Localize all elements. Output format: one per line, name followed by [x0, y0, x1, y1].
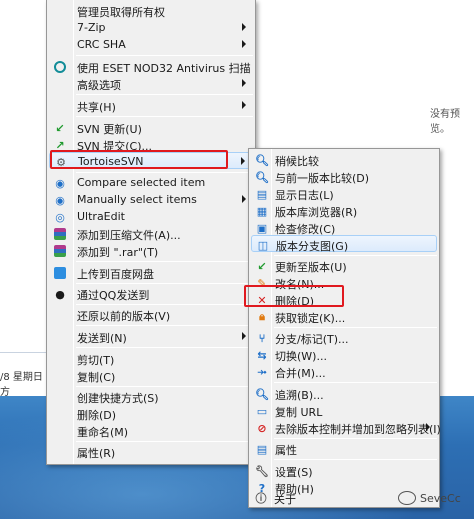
- menu-separator: [76, 325, 253, 326]
- menu-separator: [76, 261, 253, 262]
- menu-item-share[interactable]: 共享(H): [49, 97, 253, 114]
- menu-item-properties[interactable]: 属性(R): [49, 443, 253, 460]
- submenu-arrow-icon: [242, 40, 246, 48]
- submenu-item-properties[interactable]: ▤ 属性: [251, 440, 437, 458]
- menu-item-restore-versions[interactable]: 还原以前的版本(V): [49, 306, 253, 323]
- menu-item-delete[interactable]: 删除(D): [49, 405, 253, 422]
- menu-item-7zip[interactable]: 7-Zip: [49, 19, 253, 36]
- submenu-item-switch[interactable]: ⇆ 切换(W)...: [251, 346, 437, 364]
- check-mod-icon: ▣: [256, 221, 268, 235]
- submenu-item-revision-graph[interactable]: ◫ 版本分支图(G): [251, 235, 437, 253]
- menu-item-send-to[interactable]: 发送到(N): [49, 328, 253, 345]
- menu-item-add-to-rar[interactable]: 添加到 ".rar"(T): [49, 242, 253, 259]
- blame-icon: 🔍︎: [255, 387, 269, 401]
- menu-item-eset-scan[interactable]: 使用 ESET NOD32 Antivirus 扫描: [49, 58, 253, 75]
- submenu-arrow-icon: [242, 23, 246, 31]
- menu-item-qq-send[interactable]: ● 通过QQ发送到: [49, 285, 253, 303]
- menu-item-baidu-upload[interactable]: 上传到百度网盘: [49, 264, 253, 281]
- menu-separator: [76, 283, 253, 284]
- submenu-item-check-modifications[interactable]: ▣ 检查修改(C): [251, 219, 437, 237]
- submenu-arrow-icon: [241, 157, 245, 165]
- wechat-icon: [398, 491, 416, 505]
- manual-select-icon: ◉: [55, 193, 65, 207]
- compare-icon: ◉: [55, 176, 65, 190]
- properties-icon: ▤: [256, 442, 268, 456]
- submenu-arrow-icon: [426, 423, 430, 431]
- menu-separator: [274, 382, 437, 383]
- submenu-item-show-log[interactable]: ▤ 显示日志(L): [251, 185, 437, 203]
- submenu-item-merge[interactable]: ⤞ 合并(M)...: [251, 363, 437, 380]
- update-rev-icon: ↙: [257, 259, 267, 273]
- copy-url-icon: ▭: [256, 404, 268, 418]
- submenu-item-blame[interactable]: 🔍︎ 追溯(B)...: [251, 385, 437, 403]
- menu-separator: [76, 386, 253, 387]
- repo-browser-icon: ▦: [256, 204, 268, 218]
- branch-icon: ⑂: [258, 331, 266, 345]
- menu-item-ultraedit[interactable]: ◎ UltraEdit: [49, 208, 253, 225]
- revision-graph-icon: ◫: [257, 238, 269, 252]
- tortoisesvn-submenu: 🔍︎ 稍候比较 🔍︎ 与前一版本比较(D) ▤ 显示日志(L) ▦ 版本库浏览器(R) …: [248, 148, 441, 508]
- settings-icon: 🔧︎: [255, 464, 269, 478]
- menu-separator: [76, 94, 253, 95]
- delete-highlight-box: [244, 285, 344, 307]
- menu-separator: [274, 438, 437, 439]
- submenu-item-settings[interactable]: 🔧︎ 设置(S): [251, 462, 437, 480]
- winrar-icon: [52, 226, 68, 242]
- menu-item-create-shortcut[interactable]: 创建快捷方式(S): [49, 388, 253, 405]
- context-menu: 管理员取得所有权 7-Zip CRC SHA 使用 ESET NOD32 Ant…: [46, 0, 256, 465]
- menu-item-svn-update[interactable]: ↙ SVN 更新(U): [49, 119, 253, 137]
- menu-separator: [76, 172, 253, 173]
- log-icon: ▤: [256, 187, 268, 201]
- submenu-item-unversion-ignore[interactable]: ⊘ 去除版本控制并增加到忽略列表(I): [251, 419, 440, 437]
- submenu-item-diff-later[interactable]: 🔍︎ 稍候比较: [251, 151, 437, 169]
- merge-icon: ⤞: [257, 365, 267, 378]
- menu-separator: [76, 55, 253, 56]
- menu-item-copy[interactable]: 复制(C): [49, 367, 253, 384]
- baidu-cloud-icon: [52, 265, 68, 281]
- menu-item-compare-selected[interactable]: ◉ Compare selected item: [49, 174, 253, 191]
- magnifier-icon: 🔍︎: [255, 170, 269, 184]
- submenu-item-repo-browser[interactable]: ▦ 版本库浏览器(R): [251, 202, 437, 220]
- switch-icon: ⇆: [257, 348, 267, 362]
- magnifier-icon: 🔍︎: [255, 153, 269, 167]
- menu-separator: [274, 327, 437, 328]
- tortoisesvn-highlight-box: [50, 150, 228, 169]
- qq-icon: ●: [55, 287, 65, 301]
- submenu-arrow-icon: [242, 195, 246, 203]
- menu-item-manually-select[interactable]: ◉ Manually select items: [49, 191, 253, 208]
- watermark: SeveCc: [398, 491, 461, 505]
- ignore-icon: ⊘: [257, 421, 267, 435]
- menu-separator: [76, 347, 253, 348]
- menu-item-add-to-archive[interactable]: 添加到压缩文件(A)...: [49, 225, 253, 242]
- eset-icon: [52, 59, 68, 75]
- submenu-item-get-lock[interactable]: 🔒︎ 获取锁定(K)...: [251, 308, 437, 325]
- menu-separator: [274, 255, 437, 256]
- menu-item-take-ownership[interactable]: 管理员取得所有权: [49, 2, 253, 19]
- menu-separator: [274, 459, 437, 460]
- menu-item-advanced-options[interactable]: 高级选项: [49, 75, 253, 92]
- winrar-icon: [52, 243, 68, 259]
- submenu-arrow-icon: [242, 332, 246, 340]
- submenu-item-copy-url[interactable]: ▭ 复制 URL: [251, 402, 437, 420]
- submenu-arrow-icon: [242, 79, 246, 87]
- submenu-item-diff-previous[interactable]: 🔍︎ 与前一版本比较(D): [251, 168, 437, 186]
- submenu-arrow-icon: [242, 101, 246, 109]
- menu-item-rename[interactable]: 重命名(M): [49, 422, 253, 439]
- preview-pane-text: 没有预览。: [430, 109, 460, 135]
- submenu-item-update-to-revision[interactable]: ↙ 更新至版本(U): [251, 257, 437, 275]
- submenu-item-branch-tag[interactable]: ⑂ 分支/标记(T)...: [251, 329, 437, 347]
- menu-separator: [76, 441, 253, 442]
- watermark-text: SeveCc: [420, 491, 461, 505]
- svn-update-icon: ↙: [55, 121, 65, 135]
- menu-item-crc-sha[interactable]: CRC SHA: [49, 36, 253, 53]
- lock-icon: 🔒︎: [259, 310, 265, 323]
- menu-item-cut[interactable]: 剪切(T): [49, 350, 253, 367]
- menu-separator: [76, 304, 253, 305]
- ultraedit-icon: ◎: [55, 210, 65, 224]
- about-icon: ⓘ: [255, 492, 267, 505]
- menu-separator: [76, 116, 253, 117]
